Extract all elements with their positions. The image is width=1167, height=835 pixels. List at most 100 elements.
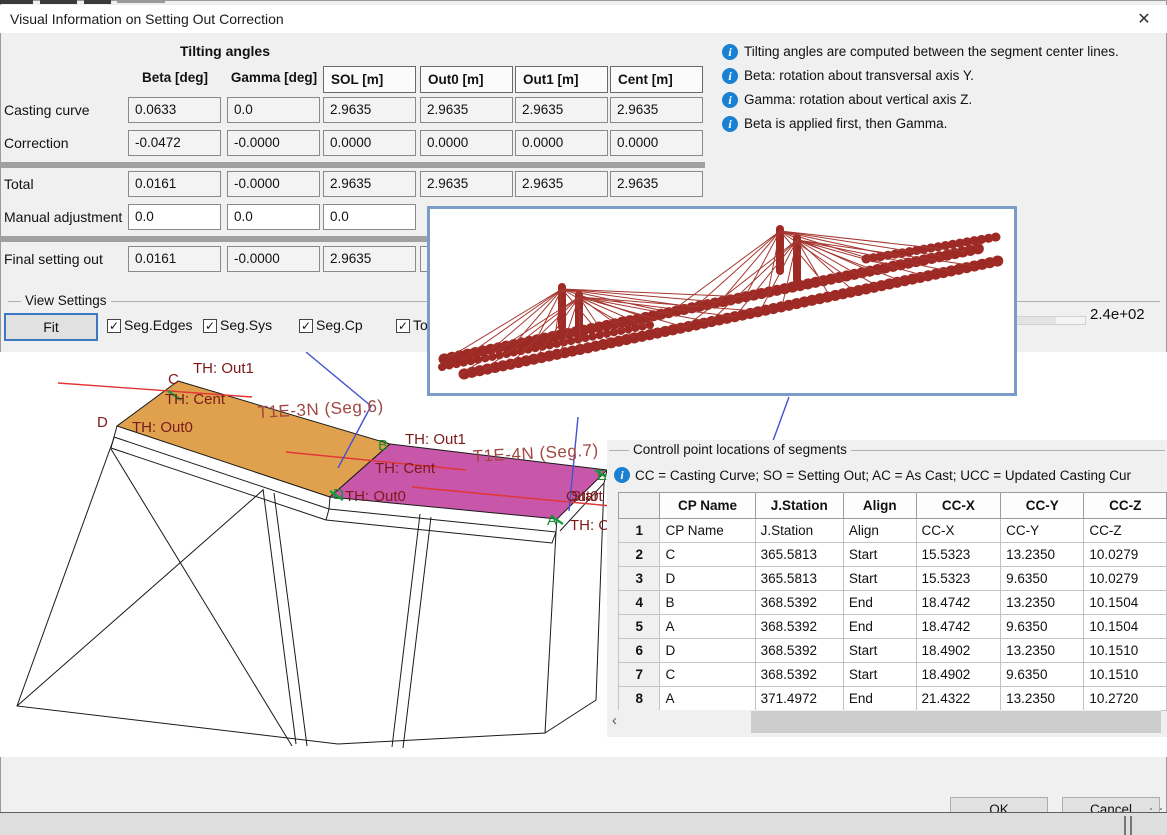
seg7-th-cent-label: TH: Cent bbox=[375, 460, 436, 477]
cell-cp-name[interactable]: B bbox=[660, 591, 755, 615]
col-header-gamma: Gamma [deg] bbox=[224, 70, 324, 85]
cell-cc-x[interactable]: 18.4742 bbox=[916, 615, 1001, 639]
cell-cc-x[interactable]: 18.4742 bbox=[916, 591, 1001, 615]
dialog-setting-out-correction: Visual Information on Setting Out Correc… bbox=[0, 0, 1167, 835]
cell-cp-name[interactable]: D bbox=[660, 567, 755, 591]
row-number[interactable]: 1 bbox=[619, 519, 660, 543]
field-total-0: 0.0161 bbox=[128, 171, 221, 197]
cell-cp-name[interactable]: D bbox=[660, 639, 755, 663]
cell-cc-y[interactable]: 13.2350 bbox=[1001, 639, 1084, 663]
fit-button[interactable]: Fit bbox=[4, 313, 98, 341]
row-label-manual-adjustment: Manual adjustment bbox=[4, 209, 122, 225]
cell-cc-z[interactable]: 10.2720 bbox=[1084, 687, 1167, 711]
cell-cc-z[interactable]: 10.1510 bbox=[1084, 663, 1167, 687]
table-row[interactable]: 2C365.5813Start15.532313.235010.0279 bbox=[619, 543, 1167, 567]
table-row[interactable]: 3D365.5813Start15.53239.635010.0279 bbox=[619, 567, 1167, 591]
cell-cc-y[interactable]: 9.6350 bbox=[1001, 615, 1084, 639]
seg6-th-out1-label: TH: Out1 bbox=[193, 360, 254, 377]
cell-cc-z[interactable]: CC-Z bbox=[1084, 519, 1167, 543]
cell-j-station[interactable]: 368.5392 bbox=[755, 663, 843, 687]
field-manual-adjustment-2[interactable]: 0.0 bbox=[323, 204, 416, 230]
table-row[interactable]: 6D368.5392Start18.490213.235010.1510 bbox=[619, 639, 1167, 663]
table-row[interactable]: 5A368.5392End18.47429.635010.1504 bbox=[619, 615, 1167, 639]
cell-j-station[interactable]: 368.5392 bbox=[755, 591, 843, 615]
cell-cc-y[interactable]: 9.6350 bbox=[1001, 663, 1084, 687]
row-number[interactable]: 7 bbox=[619, 663, 660, 687]
col-header-beta: Beta [deg] bbox=[128, 70, 222, 85]
cell-cp-name[interactable]: C bbox=[660, 663, 755, 687]
hscrollbar-thumb[interactable] bbox=[751, 711, 1161, 733]
cell-j-station[interactable]: 365.5813 bbox=[755, 543, 843, 567]
table-row[interactable]: 7C368.5392Start18.49029.635010.1510 bbox=[619, 663, 1167, 687]
field-correction-1: -0.0000 bbox=[227, 130, 320, 156]
table-row[interactable]: 1CP NameJ.StationAlignCC-XCC-YCC-Z bbox=[619, 519, 1167, 543]
cell-align[interactable]: End bbox=[843, 591, 916, 615]
col-header-out0: Out0 [m] bbox=[420, 66, 513, 93]
cell-cc-z[interactable]: 10.1510 bbox=[1084, 639, 1167, 663]
cell-cc-z[interactable]: 10.0279 bbox=[1084, 543, 1167, 567]
cell-cc-z[interactable]: 10.1504 bbox=[1084, 591, 1167, 615]
cp-abbrev-note: CC = Casting Curve; SO = Setting Out; AC… bbox=[635, 468, 1165, 483]
row-number[interactable]: 6 bbox=[619, 639, 660, 663]
cell-align[interactable]: Start bbox=[843, 543, 916, 567]
cell-align[interactable]: Start bbox=[843, 639, 916, 663]
cp-col-header-cc-z: CC-Z bbox=[1084, 493, 1167, 519]
info-note-2: Gamma: rotation about vertical axis Z. bbox=[744, 92, 972, 107]
cell-cc-x[interactable]: CC-X bbox=[916, 519, 1001, 543]
seg7-th-out1-label: TH: Out1 bbox=[405, 431, 466, 448]
row-number[interactable]: 4 bbox=[619, 591, 660, 615]
cell-align[interactable]: Start bbox=[843, 663, 916, 687]
table-hscrollbar[interactable]: ‹ bbox=[608, 710, 1161, 734]
cell-cc-y[interactable]: 9.6350 bbox=[1001, 567, 1084, 591]
checkbox-label-to: To bbox=[413, 317, 428, 333]
wireframe-edges bbox=[17, 381, 607, 748]
checkbox-seg-sys[interactable]: ✓ bbox=[203, 319, 217, 333]
cell-j-station[interactable]: 368.5392 bbox=[755, 615, 843, 639]
checkbox-to[interactable]: ✓ bbox=[396, 319, 410, 333]
tilting-angles-title: Tilting angles bbox=[130, 43, 320, 59]
info-icon: i bbox=[722, 116, 738, 132]
corner-letter-a: A bbox=[547, 512, 557, 529]
field-manual-adjustment-1[interactable]: 0.0 bbox=[227, 204, 320, 230]
checkbox-seg-cp[interactable]: ✓ bbox=[299, 319, 313, 333]
cell-align[interactable]: Align bbox=[843, 519, 916, 543]
row-number[interactable]: 8 bbox=[619, 687, 660, 711]
cell-j-station[interactable]: 368.5392 bbox=[755, 639, 843, 663]
cell-align[interactable]: Start bbox=[843, 567, 916, 591]
resize-grip[interactable] bbox=[1150, 808, 1152, 810]
cell-cc-x[interactable]: 18.4902 bbox=[916, 639, 1001, 663]
cell-cp-name[interactable]: C bbox=[660, 543, 755, 567]
cell-cp-name[interactable]: A bbox=[660, 615, 755, 639]
row-number[interactable]: 3 bbox=[619, 567, 660, 591]
cell-cp-name[interactable]: A bbox=[660, 687, 755, 711]
cell-cc-z[interactable]: 10.0279 bbox=[1084, 567, 1167, 591]
cp-col-header-cp-name: CP Name bbox=[660, 493, 755, 519]
background-window-edge bbox=[84, 0, 111, 4]
checkbox-seg-edges[interactable]: ✓ bbox=[107, 319, 121, 333]
table-row[interactable]: 8A371.4972End21.432213.235010.2720 bbox=[619, 687, 1167, 711]
cell-cc-y[interactable]: 13.2350 bbox=[1001, 687, 1084, 711]
cell-cc-x[interactable]: 15.5323 bbox=[916, 543, 1001, 567]
cell-cc-z[interactable]: 10.1504 bbox=[1084, 615, 1167, 639]
table-row[interactable]: 4B368.5392End18.474213.235010.1504 bbox=[619, 591, 1167, 615]
cell-cc-x[interactable]: 21.4322 bbox=[916, 687, 1001, 711]
cell-cc-x[interactable]: 15.5323 bbox=[916, 567, 1001, 591]
close-icon[interactable]: ✕ bbox=[1133, 9, 1155, 29]
field-final-setting-out-1: -0.0000 bbox=[227, 246, 320, 272]
cell-j-station[interactable]: 371.4972 bbox=[755, 687, 843, 711]
cell-align[interactable]: End bbox=[843, 615, 916, 639]
cell-align[interactable]: End bbox=[843, 687, 916, 711]
cell-j-station[interactable]: J.Station bbox=[755, 519, 843, 543]
cell-cp-name[interactable]: CP Name bbox=[660, 519, 755, 543]
cell-cc-y[interactable]: 13.2350 bbox=[1001, 543, 1084, 567]
cell-cc-x[interactable]: 18.4902 bbox=[916, 663, 1001, 687]
field-manual-adjustment-0[interactable]: 0.0 bbox=[128, 204, 221, 230]
cell-cc-y[interactable]: 13.2350 bbox=[1001, 591, 1084, 615]
checkbox-label-seg-cp: Seg.Cp bbox=[316, 317, 363, 333]
row-number[interactable]: 5 bbox=[619, 615, 660, 639]
scroll-left-icon[interactable]: ‹ bbox=[612, 712, 617, 729]
row-number[interactable]: 2 bbox=[619, 543, 660, 567]
cell-j-station[interactable]: 365.5813 bbox=[755, 567, 843, 591]
cell-cc-y[interactable]: CC-Y bbox=[1001, 519, 1084, 543]
control-points-table[interactable]: CP NameJ.StationAlignCC-XCC-YCC-Z1CP Nam… bbox=[618, 492, 1167, 711]
